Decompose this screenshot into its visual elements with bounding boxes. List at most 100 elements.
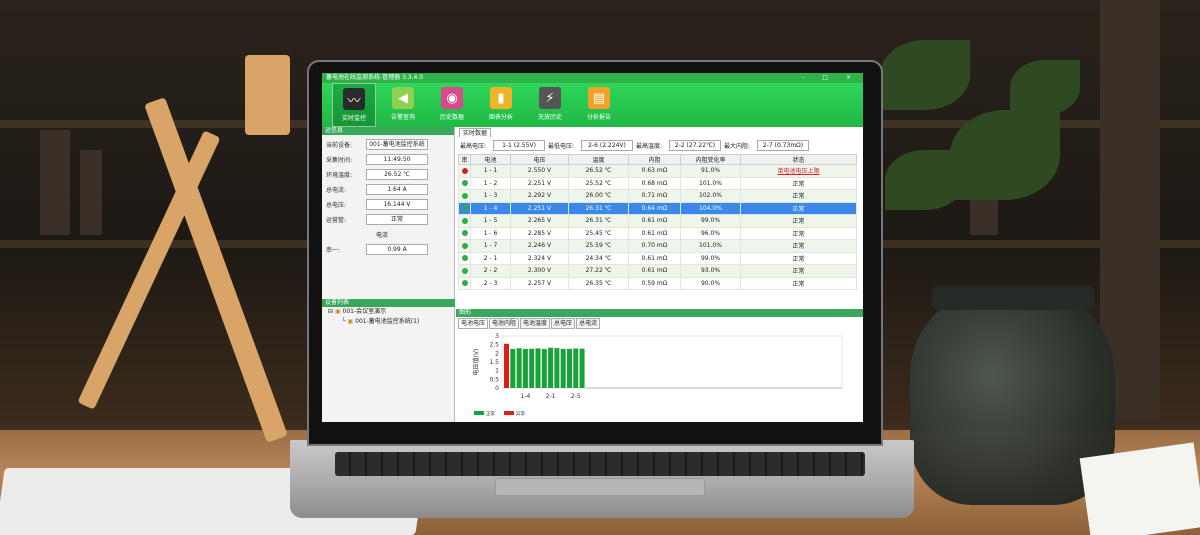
plant-leaf bbox=[950, 110, 1060, 200]
monitor-icon: 〰 bbox=[343, 88, 365, 110]
bar bbox=[548, 347, 554, 388]
plant-leaf bbox=[1010, 60, 1080, 115]
status-text: 正常 bbox=[792, 193, 805, 201]
y-tick-label: 0 bbox=[495, 385, 499, 392]
app-window: 蓄电池在线监测系统-管理器 3.3.4.0 - □ × 〰实时监控 ◀ 告警查询 ◉ 历… bbox=[322, 73, 863, 422]
bar bbox=[554, 348, 560, 388]
ok-status-icon bbox=[461, 205, 468, 212]
summary-label: 最大内阻: bbox=[724, 143, 751, 150]
summary-value: 2-6 (2.224V) bbox=[581, 140, 633, 151]
toolbar-button-4[interactable]: ⚡ 充放历史 bbox=[528, 83, 572, 127]
battery-icon: ⚡ bbox=[539, 87, 561, 109]
summary-label: 最高电压: bbox=[460, 143, 487, 150]
cell-id: 1 - 5 bbox=[470, 214, 511, 228]
trackpad bbox=[495, 478, 705, 496]
column-header: 电池 bbox=[470, 154, 511, 165]
status-text-cell: 正常 bbox=[740, 226, 857, 240]
cell-id: 2 - 3 bbox=[470, 276, 511, 290]
cell-id: 1 - 2 bbox=[470, 176, 511, 190]
graph-tab-0[interactable]: 电池电压 bbox=[458, 318, 489, 329]
battery-table: 串电池 电压 温度 内阻 内阻变化率 状态 1 - 1 2.550 V 26.52 ℃ 0.63… bbox=[458, 154, 857, 290]
info-value: 001-蓄电池监控系统 bbox=[366, 139, 428, 150]
device-tree-child[interactable]: └ ▣ 001-蓄电池监控系统(1) bbox=[322, 317, 455, 327]
table-row[interactable]: 1 - 6 2.285 V 25.45 ℃ 0.61 mΩ 96.0% 正常 bbox=[458, 226, 857, 240]
graph-tab-3[interactable]: 总电压 bbox=[551, 318, 576, 329]
cell-id: 1 - 4 bbox=[470, 201, 511, 215]
column-header: 内阻变化率 bbox=[680, 154, 741, 165]
toolbar-button-label: 历史数据 bbox=[439, 114, 464, 121]
glass-jar-lid bbox=[932, 286, 1094, 310]
toolbar-button-1[interactable]: ◀ 告警查询 bbox=[381, 83, 425, 127]
table-header-row: 串电池 电压 温度 内阻 内阻变化率 状态 bbox=[458, 154, 857, 165]
resistance-cell: 0.64 mΩ bbox=[628, 201, 681, 215]
info-value: 16.144 V bbox=[366, 199, 428, 210]
database-icon: ◉ bbox=[441, 87, 463, 109]
x-tick-label: 1-4 bbox=[521, 393, 531, 400]
toolbar-button-0[interactable]: 〰实时监控 bbox=[332, 83, 376, 127]
resistance-cell: 0.59 mΩ bbox=[628, 276, 681, 290]
resistance-cell: 0.68 mΩ bbox=[628, 176, 681, 190]
graph-tab-4[interactable]: 总电流 bbox=[576, 318, 601, 329]
table-row[interactable]: 1 - 5 2.265 V 26.31 ℃ 0.61 mΩ 99.0% 正常 bbox=[458, 214, 857, 228]
bar bbox=[522, 348, 528, 388]
table-row[interactable]: 1 - 2 2.251 V 25.52 ℃ 0.68 mΩ 101.0% 正常 bbox=[458, 176, 857, 190]
status-cell bbox=[458, 239, 471, 253]
ok-status-icon bbox=[461, 267, 468, 274]
table-row[interactable]: 1 - 7 2.246 V 25.59 ℃ 0.70 mΩ 101.0% 正常 bbox=[458, 239, 857, 253]
main-toolbar: 〰实时监控 ◀ 告警查询 ◉ 历史数据 ▮ 图表分析 ⚡ 充放历史 ▤ 分析报告 bbox=[322, 83, 863, 127]
bar bbox=[541, 349, 547, 388]
status-text: 单电池电压上限 bbox=[777, 168, 820, 176]
cell-id: 2 - 2 bbox=[470, 264, 511, 278]
toolbar-button-label: 实时监控 bbox=[341, 115, 366, 122]
table-row[interactable]: 1 - 1 2.550 V 26.52 ℃ 0.63 mΩ 91.0% 单电池电压上限 bbox=[458, 164, 857, 178]
resistance-cell: 0.61 mΩ bbox=[628, 264, 681, 278]
ok-status-icon bbox=[461, 217, 468, 224]
voltage-chart: 0 0.51 1.5 22.5 3 电压值(V) 1-4 2-1 2-5 正常 异常 bbox=[460, 330, 858, 420]
bar bbox=[516, 348, 522, 388]
y-tick-label: 1 bbox=[495, 368, 499, 375]
voltage-cell: 2.292 V bbox=[510, 189, 569, 203]
cell-id: 2 - 1 bbox=[470, 251, 511, 265]
temperature-cell: 25.45 ℃ bbox=[568, 226, 629, 240]
bar bbox=[560, 348, 566, 388]
info-value: 1.64 A bbox=[366, 184, 428, 195]
summary-label: 最高温度: bbox=[636, 143, 663, 150]
info-label: 运营管: bbox=[326, 217, 347, 224]
toolbar-button-2[interactable]: ◉ 历史数据 bbox=[430, 83, 474, 127]
status-cell bbox=[458, 214, 471, 228]
device-tree-root-label: 001-会议室演示 bbox=[342, 308, 387, 315]
table-row[interactable]: 2 - 2 2.300 V 27.22 ℃ 0.61 mΩ 93.0% 正常 bbox=[458, 264, 857, 278]
device-icon: ▣ bbox=[347, 318, 354, 325]
toolbar-button-label: 图表分析 bbox=[488, 114, 513, 121]
summary-label: 最低电压: bbox=[548, 143, 575, 150]
y-tick-label: 2.5 bbox=[489, 342, 499, 349]
resistance-rate-cell: 104.0% bbox=[680, 201, 741, 215]
table-row[interactable]: 2 - 1 2.324 V 24.34 ℃ 0.61 mΩ 99.0% 正常 bbox=[458, 251, 857, 265]
cell-id: 1 - 7 bbox=[470, 239, 511, 253]
graph-tab-2[interactable]: 电池温度 bbox=[520, 318, 551, 329]
table-row[interactable]: 2 - 3 2.257 V 26.35 ℃ 0.59 mΩ 90.0% 正常 bbox=[458, 276, 857, 290]
tab-realtime-data[interactable]: 实时数据 bbox=[459, 128, 492, 137]
window-controls[interactable]: - □ × bbox=[802, 73, 859, 83]
temperature-cell: 25.52 ℃ bbox=[568, 176, 629, 190]
toolbar-button-3[interactable]: ▮ 图表分析 bbox=[479, 83, 523, 127]
column-header: 电压 bbox=[510, 154, 569, 165]
status-text: 正常 bbox=[792, 218, 805, 226]
graph-header: 图形 bbox=[456, 309, 863, 317]
background-book bbox=[40, 130, 70, 235]
temperature-cell: 26.31 ℃ bbox=[568, 201, 629, 215]
toolbar-button-5[interactable]: ▤ 分析报告 bbox=[577, 83, 621, 127]
graph-tab-1[interactable]: 电池内阻 bbox=[489, 318, 520, 329]
table-row[interactable]: 1 - 4 2.251 V 26.31 ℃ 0.64 mΩ 104.0% 正常 bbox=[458, 201, 857, 215]
app-title: 蓄电池在线监测系统-管理器 3.3.4.0 bbox=[326, 74, 424, 81]
status-text: 正常 bbox=[792, 205, 805, 213]
resistance-rate-cell: 102.0% bbox=[680, 189, 741, 203]
title-bar: 蓄电池在线监测系统-管理器 3.3.4.0 - □ × bbox=[322, 73, 863, 83]
voltage-cell: 2.251 V bbox=[510, 201, 569, 215]
ok-status-icon bbox=[461, 255, 468, 262]
voltage-cell: 2.300 V bbox=[510, 264, 569, 278]
cell-id: 1 - 6 bbox=[470, 226, 511, 240]
voltage-cell: 2.324 V bbox=[510, 251, 569, 265]
device-tree-root[interactable]: ⊟ ▣ 001-会议室演示 bbox=[322, 307, 455, 317]
table-row[interactable]: 1 - 3 2.292 V 26.00 ℃ 0.71 mΩ 102.0% 正常 bbox=[458, 189, 857, 203]
